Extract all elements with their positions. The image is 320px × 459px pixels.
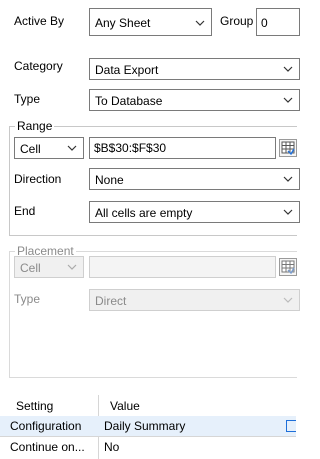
range-picker-icon [281,141,295,156]
placement-type-label: Type [14,292,41,306]
grid-row-value: Daily Summary [104,419,186,433]
direction-select[interactable]: None [89,168,300,190]
range-cell-mode-select[interactable]: Cell [14,137,84,159]
end-select[interactable]: All cells are empty [89,201,300,223]
placement-cell-mode-value: Cell [20,261,41,275]
range-group-title: Range [15,119,55,133]
range-picker-icon [281,260,295,275]
chevron-down-icon [283,209,293,215]
range-cell-mode-value: Cell [20,142,41,156]
placement-picker-button[interactable] [279,258,297,276]
active-by-label: Active By [14,14,65,28]
category-select[interactable]: Data Export [89,58,300,80]
grid-row-setting: Configuration [10,419,82,433]
active-by-value: Any Sheet [95,16,151,30]
chevron-down-icon [283,297,293,303]
placement-type-value: Direct [95,294,127,308]
grid-row-configuration[interactable]: Configuration Daily Summary [0,416,296,436]
chevron-down-icon [67,264,77,270]
type-label: Type [14,92,41,106]
type-select[interactable]: To Database [89,89,300,111]
grid-row-value: No [104,440,120,454]
chevron-down-icon [283,176,293,182]
end-value: All cells are empty [95,206,193,220]
grid-row-continue[interactable]: Continue on... No [0,437,296,457]
chevron-down-icon [195,20,205,26]
category-label: Category [14,59,63,73]
grid-header-setting: Setting [16,399,54,413]
end-label: End [14,204,36,218]
range-address-input[interactable]: $B$30:$F$30 [89,137,276,159]
placement-address-input[interactable] [89,256,276,278]
range-address-value: $B$30:$F$30 [94,141,167,155]
group-input[interactable]: 0 [256,8,300,36]
active-by-select[interactable]: Any Sheet [89,8,212,36]
grid-header-value: Value [110,399,140,413]
category-value: Data Export [95,63,159,77]
placement-type-select[interactable]: Direct [89,289,300,311]
group-label: Group [220,14,254,28]
range-picker-button[interactable] [279,139,297,157]
chevron-down-icon [67,145,77,151]
type-value: To Database [95,94,163,108]
chevron-down-icon [283,97,293,103]
direction-value: None [95,173,124,187]
placement-cell-mode-select[interactable]: Cell [14,256,84,278]
ellipsis-button-icon[interactable] [286,420,296,432]
chevron-down-icon [283,66,293,72]
group-value: 0 [261,16,268,30]
grid-row-setting: Continue on... [10,440,85,454]
direction-label: Direction [14,172,62,186]
